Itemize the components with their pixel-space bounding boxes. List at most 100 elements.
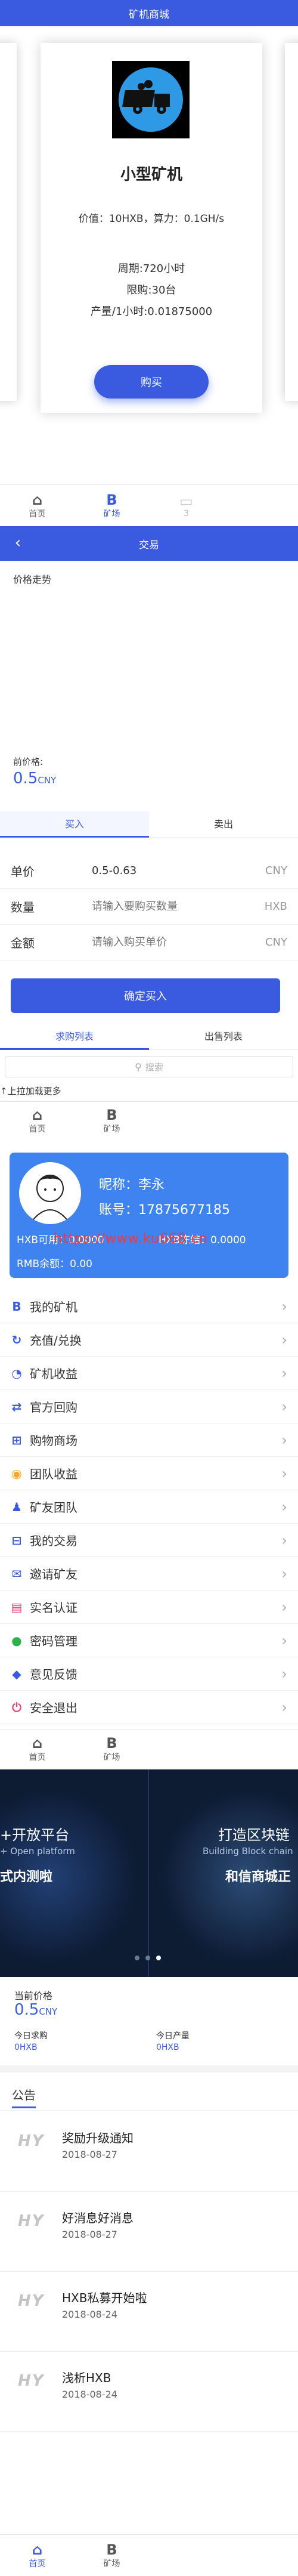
chevron-right-icon: › (281, 1698, 287, 1716)
bitcoin-icon: B (12, 1299, 21, 1314)
menu-item[interactable]: B 我的矿机 › (0, 1290, 298, 1323)
quantity-label: 数量 (11, 900, 35, 915)
section-separator (0, 2065, 298, 2072)
tab-home-2[interactable]: ⌂ 首页 (0, 1102, 74, 1139)
home-price-unit: CNY (39, 2006, 58, 2017)
notice-logo-icon: HY (18, 2212, 45, 2230)
today-buy-value: 0HXB (14, 2043, 38, 2052)
buy-button[interactable]: 购买 (94, 365, 209, 399)
banner-left-line3: 式内测啦 (0, 1870, 53, 1885)
menu-item[interactable]: ↻ 充值/兑换 › (0, 1323, 298, 1357)
chevron-right-icon: › (281, 1632, 287, 1649)
notice-title: 公告 (12, 2086, 36, 2108)
menu-item-label: 矿机收益 (30, 1367, 77, 1381)
tab-third[interactable]: ▭ 3 (149, 485, 224, 526)
tabbar-3: ⌂ 首页 B 矿场 (0, 1729, 298, 1768)
unit-price-unit: CNY (265, 864, 287, 877)
notice-logo-icon: HY (18, 2372, 45, 2390)
chevron-right-icon: › (281, 1398, 287, 1415)
blank-icon: ▭ (179, 492, 193, 509)
pull-hint: ↑上拉加载更多 (0, 1086, 61, 1097)
banner-dot-1[interactable] (135, 1956, 139, 1960)
current-price-value: 0.5 (13, 770, 38, 787)
notice-logo-icon: HY (18, 2132, 45, 2150)
tab-sell-list[interactable]: 出售列表 (149, 1024, 298, 1050)
home-icon: ⌂ (32, 2541, 43, 2558)
chevron-right-icon: › (281, 1498, 287, 1515)
chevron-right-icon: › (281, 1531, 287, 1549)
tabbar-2: ⌂ 首页 B 矿场 (0, 1101, 298, 1139)
chevron-right-icon: › (281, 1565, 287, 1582)
tab-miner-2[interactable]: B 矿场 (74, 1102, 149, 1139)
tab-buy-list[interactable]: 求购列表 (0, 1024, 149, 1050)
price-trend-chart-area (0, 585, 298, 746)
notice-item-title: 浅析HXB (62, 2371, 111, 2385)
home-price-block: 当前价格 0.5CNY 今日求购 0HXB 今日产量 0HXB (0, 1981, 298, 2058)
product-price-line: 价值：10HXB，算力：0.1GH/s (78, 213, 225, 225)
notice-item-date: 2018-08-24 (62, 2389, 117, 2400)
banner-right-line2: Building Block chain (203, 1846, 293, 1857)
tab-miner-4[interactable]: B 矿场 (74, 2535, 149, 2576)
chevron-right-icon: › (281, 1298, 287, 1315)
amount-unit: CNY (265, 936, 287, 949)
banner-dot-3[interactable] (156, 1956, 161, 1960)
lock-icon: ● (11, 1633, 22, 1648)
banner-dot-2[interactable] (145, 1956, 150, 1960)
account-menu: B 我的矿机 › ↻ 充值/兑换 › ◔ 矿机收益 › ⇄ 官方回购 › ⊞ 购物商场 › ◉ 团队收益 › ♟ 矿友… (0, 1290, 298, 1724)
menu-item[interactable]: ♟ 矿友团队 › (0, 1490, 298, 1524)
tab-miner[interactable]: B 矿场 (74, 485, 149, 526)
notice-item[interactable]: HY 奖励升级通知 2018-08-27 (0, 2112, 298, 2192)
menu-item[interactable]: ⊞ 购物商场 › (0, 1423, 298, 1457)
feedback-icon: ◆ (12, 1666, 21, 1681)
quantity-row: 数量 HXB (0, 889, 298, 925)
menu-item[interactable]: ◆ 意见反馈 › (0, 1657, 298, 1691)
menu-item[interactable]: ● 密码管理 › (0, 1624, 298, 1657)
tab-home-3[interactable]: ⌂ 首页 (0, 1729, 74, 1768)
banner-right-line3: 和信商城正 (225, 1870, 291, 1885)
chevron-right-icon: › (281, 1331, 287, 1348)
menu-item[interactable]: ⏻ 安全退出 › (0, 1691, 298, 1724)
quantity-unit: HXB (264, 900, 287, 913)
tab-miner-3[interactable]: B 矿场 (74, 1729, 149, 1768)
buy-tab[interactable]: 买入 (0, 811, 149, 838)
notice-logo-icon: HY (18, 2292, 45, 2310)
search-bar[interactable]: ⚲ 搜索 (5, 1056, 293, 1077)
profile-card: 昵称：李永 账号：17875677185 HXB可用：0.0000 HXB冻结：… (10, 1153, 288, 1278)
home-banner[interactable]: +开放平台 + Open platform 式内测啦 打造区块链 Buildin… (0, 1769, 298, 1977)
notice-item[interactable]: HY 好消息好消息 2018-08-27 (0, 2192, 298, 2272)
sell-tab[interactable]: 卖出 (149, 811, 298, 838)
trade-title: 交易 (139, 539, 159, 551)
buyback-icon: ⇄ (11, 1399, 22, 1414)
menu-item[interactable]: ▤ 实名认证 › (0, 1590, 298, 1624)
chevron-right-icon: › (281, 1364, 287, 1382)
menu-item[interactable]: ⊟ 我的交易 › (0, 1524, 298, 1557)
menu-item[interactable]: ✉ 邀请矿友 › (0, 1557, 298, 1590)
avatar[interactable] (19, 1162, 81, 1224)
home-price-value: 0.5 (14, 2001, 39, 2019)
amount-input[interactable] (92, 936, 229, 949)
nickname: 昵称：李永 (99, 1174, 164, 1193)
today-output-label: 今日产量 (156, 2031, 190, 2041)
menu-item[interactable]: ◉ 团队收益 › (0, 1457, 298, 1490)
quantity-input[interactable] (92, 900, 229, 913)
tab-home[interactable]: ⌂ 首页 (0, 485, 74, 526)
menu-item[interactable]: ⇄ 官方回购 › (0, 1390, 298, 1423)
back-icon[interactable]: ‹ (8, 533, 27, 552)
trade-header: ‹ 交易 (0, 526, 298, 561)
notice-item[interactable]: HY HXB私募开始啦 2018-08-24 (0, 2272, 298, 2352)
banner-divider (148, 1769, 149, 1977)
confirm-buy-button[interactable]: 确定买入 (11, 978, 280, 1013)
tab-home-4[interactable]: ⌂ 首页 (0, 2535, 74, 2576)
pull-hint-text: 上拉加载更多 (7, 1086, 61, 1097)
mall-carousel[interactable]: 小型矿机 价值：10HXB，算力：0.1GH/s 周期:720小时 限购:30台… (0, 26, 298, 477)
tab-miner-2-label: 矿场 (103, 1124, 120, 1134)
notice-item-title: 奖励升级通知 (62, 2131, 134, 2145)
menu-item[interactable]: ◔ 矿机收益 › (0, 1357, 298, 1390)
next-card-edge (285, 43, 298, 401)
notice-list: HY 奖励升级通知 2018-08-27 HY 好消息好消息 2018-08-27 HY HX… (0, 2112, 298, 2432)
tab-home-label: 首页 (29, 509, 46, 519)
trade-icon: ⊟ (11, 1533, 22, 1548)
id-card-icon: ▤ (11, 1599, 23, 1614)
notice-item[interactable]: HY 浅析HXB 2018-08-24 (0, 2352, 298, 2432)
team-icon: ♟ (11, 1499, 22, 1514)
